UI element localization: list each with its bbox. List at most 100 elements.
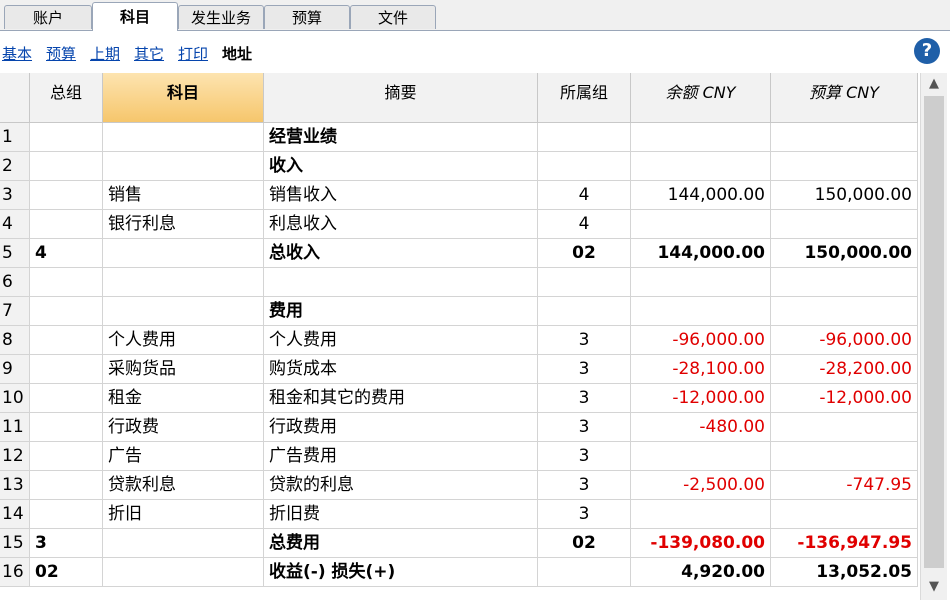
cell-balance[interactable] — [631, 123, 771, 152]
column-header-account[interactable]: 科目 — [103, 73, 264, 123]
cell-balance[interactable]: -12,000.00 — [631, 384, 771, 413]
row-number[interactable]: 10 — [0, 384, 30, 413]
table-row[interactable]: 15 3 总费用 02 -139,080.00 -136,947.95 — [0, 529, 918, 558]
view-link-other[interactable]: 其它 — [134, 43, 164, 64]
row-number[interactable]: 12 — [0, 442, 30, 471]
row-number[interactable]: 14 — [0, 500, 30, 529]
table-row[interactable]: 9 采购货品 购货成本 3 -28,100.00 -28,200.00 — [0, 355, 918, 384]
row-number[interactable]: 13 — [0, 471, 30, 500]
cell-account[interactable] — [103, 239, 264, 268]
row-number[interactable]: 2 — [0, 152, 30, 181]
cell-belongs[interactable]: 4 — [538, 210, 631, 239]
cell-account[interactable] — [103, 558, 264, 587]
cell-balance[interactable]: -139,080.00 — [631, 529, 771, 558]
cell-account[interactable]: 贷款利息 — [103, 471, 264, 500]
cell-belongs[interactable] — [538, 123, 631, 152]
cell-account[interactable]: 广告 — [103, 442, 264, 471]
chevron-up-icon[interactable]: ▲ — [921, 73, 947, 95]
tab-transactions[interactable]: 发生业务 — [178, 5, 264, 29]
cell-group[interactable] — [30, 442, 103, 471]
view-link-address[interactable]: 地址 — [222, 43, 252, 64]
cell-belongs[interactable]: 02 — [538, 239, 631, 268]
table-row[interactable]: 10 租金 租金和其它的费用 3 -12,000.00 -12,000.00 — [0, 384, 918, 413]
cell-description[interactable]: 收益(-) 损失(+) — [264, 558, 538, 587]
cell-description[interactable]: 广告费用 — [264, 442, 538, 471]
cell-budget[interactable]: -747.95 — [771, 471, 918, 500]
cell-account[interactable] — [103, 123, 264, 152]
cell-belongs[interactable]: 3 — [538, 355, 631, 384]
row-number[interactable]: 8 — [0, 326, 30, 355]
cell-account[interactable]: 折旧 — [103, 500, 264, 529]
table-row[interactable]: 13 贷款利息 贷款的利息 3 -2,500.00 -747.95 — [0, 471, 918, 500]
cell-group[interactable] — [30, 413, 103, 442]
cell-group[interactable] — [30, 123, 103, 152]
cell-budget[interactable]: 150,000.00 — [771, 239, 918, 268]
table-row[interactable]: 12 广告 广告费用 3 — [0, 442, 918, 471]
cell-budget[interactable] — [771, 152, 918, 181]
cell-account[interactable] — [103, 297, 264, 326]
vertical-scrollbar[interactable]: ▲ ▼ — [920, 73, 947, 600]
cell-belongs[interactable] — [538, 152, 631, 181]
scrollbar-thumb[interactable] — [924, 96, 944, 568]
cell-balance[interactable]: -480.00 — [631, 413, 771, 442]
column-header-budget[interactable]: 预算 CNY — [771, 73, 918, 123]
row-number[interactable]: 15 — [0, 529, 30, 558]
tab-budget[interactable]: 预算 — [264, 5, 350, 29]
table-row[interactable]: 2 收入 — [0, 152, 918, 181]
row-number[interactable]: 16 — [0, 558, 30, 587]
column-header-balance[interactable]: 余额 CNY — [631, 73, 771, 123]
cell-belongs[interactable]: 3 — [538, 413, 631, 442]
tab-files[interactable]: 文件 — [350, 5, 436, 29]
cell-belongs[interactable] — [538, 558, 631, 587]
cell-description[interactable]: 费用 — [264, 297, 538, 326]
view-link-print[interactable]: 打印 — [178, 43, 208, 64]
table-row[interactable]: 7 费用 — [0, 297, 918, 326]
cell-balance[interactable]: 4,920.00 — [631, 558, 771, 587]
cell-balance[interactable]: -96,000.00 — [631, 326, 771, 355]
cell-balance[interactable]: -2,500.00 — [631, 471, 771, 500]
cell-group[interactable] — [30, 152, 103, 181]
cell-group[interactable] — [30, 181, 103, 210]
tab-categories[interactable]: 科目 — [92, 2, 178, 31]
cell-balance[interactable] — [631, 210, 771, 239]
cell-belongs[interactable]: 4 — [538, 181, 631, 210]
cell-account[interactable]: 销售 — [103, 181, 264, 210]
cell-belongs[interactable] — [538, 297, 631, 326]
cell-account[interactable] — [103, 152, 264, 181]
help-icon[interactable]: ? — [914, 38, 940, 64]
cell-description[interactable]: 总费用 — [264, 529, 538, 558]
cell-belongs[interactable]: 3 — [538, 384, 631, 413]
cell-balance[interactable] — [631, 268, 771, 297]
cell-group[interactable] — [30, 210, 103, 239]
cell-account[interactable] — [103, 529, 264, 558]
cell-budget[interactable]: -28,200.00 — [771, 355, 918, 384]
cell-balance[interactable]: -28,100.00 — [631, 355, 771, 384]
cell-description[interactable]: 个人费用 — [264, 326, 538, 355]
cell-budget[interactable]: 13,052.05 — [771, 558, 918, 587]
cell-description[interactable]: 收入 — [264, 152, 538, 181]
cell-group[interactable] — [30, 268, 103, 297]
cell-balance[interactable] — [631, 442, 771, 471]
table-row[interactable]: 6 — [0, 268, 918, 297]
cell-description[interactable]: 行政费用 — [264, 413, 538, 442]
cell-budget[interactable] — [771, 442, 918, 471]
row-number[interactable]: 4 — [0, 210, 30, 239]
cell-budget[interactable] — [771, 297, 918, 326]
table-row[interactable]: 4 银行利息 利息收入 4 — [0, 210, 918, 239]
cell-description[interactable]: 经营业绩 — [264, 123, 538, 152]
cell-description[interactable]: 贷款的利息 — [264, 471, 538, 500]
cell-balance[interactable]: 144,000.00 — [631, 239, 771, 268]
cell-budget[interactable] — [771, 413, 918, 442]
cell-description[interactable]: 折旧费 — [264, 500, 538, 529]
cell-group[interactable] — [30, 355, 103, 384]
row-number[interactable]: 6 — [0, 268, 30, 297]
table-row[interactable]: 11 行政费 行政费用 3 -480.00 — [0, 413, 918, 442]
cell-belongs[interactable] — [538, 268, 631, 297]
cell-account[interactable]: 行政费 — [103, 413, 264, 442]
cell-budget[interactable] — [771, 123, 918, 152]
cell-account[interactable]: 采购货品 — [103, 355, 264, 384]
cell-group[interactable]: 4 — [30, 239, 103, 268]
table-row[interactable]: 14 折旧 折旧费 3 — [0, 500, 918, 529]
column-header-description[interactable]: 摘要 — [264, 73, 538, 123]
cell-belongs[interactable]: 3 — [538, 471, 631, 500]
